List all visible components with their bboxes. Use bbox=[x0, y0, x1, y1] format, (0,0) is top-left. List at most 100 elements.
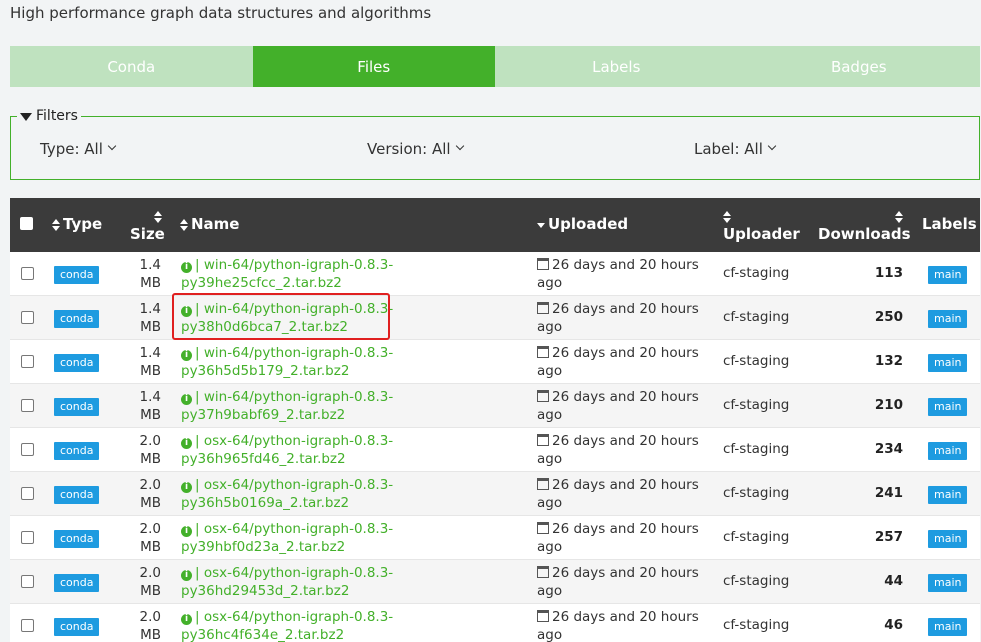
info-icon[interactable]: i bbox=[181, 482, 192, 493]
label-filter-dropdown[interactable]: Label: All bbox=[694, 140, 777, 158]
column-header-uploader-label: Uploader bbox=[723, 225, 800, 243]
download-count: 113 bbox=[874, 265, 903, 281]
table-header: Type Size Name Uploaded Uploader Downloa… bbox=[10, 198, 980, 252]
label-badge[interactable]: main bbox=[928, 442, 968, 460]
file-name-link[interactable]: i | osx-64/python-igraph-0.8.3- py36h5b01… bbox=[181, 476, 481, 512]
chevron-down-icon bbox=[455, 141, 464, 151]
type-badge[interactable]: conda bbox=[54, 310, 100, 328]
type-badge[interactable]: conda bbox=[54, 486, 100, 504]
label-badge[interactable]: main bbox=[928, 310, 968, 328]
upload-time: 26 days and 20 hours ago bbox=[537, 521, 699, 555]
label-badge[interactable]: main bbox=[928, 574, 968, 592]
uploader-name: cf-staging bbox=[723, 353, 790, 369]
file-name-link[interactable]: i | win-64/python-igraph-0.8.3- py37h9bab… bbox=[181, 388, 481, 424]
row-checkbox[interactable] bbox=[21, 619, 34, 632]
row-checkbox[interactable] bbox=[21, 399, 34, 412]
label-badge[interactable]: main bbox=[928, 618, 968, 636]
tab-conda[interactable]: Conda bbox=[10, 46, 253, 87]
filters-legend: Filters bbox=[17, 108, 81, 124]
table-row: conda 1.4 MB i | win-64/python-igraph-0.8.… bbox=[10, 384, 980, 428]
label-badge[interactable]: main bbox=[928, 486, 968, 504]
calendar-icon bbox=[537, 302, 549, 314]
tab-files[interactable]: Files bbox=[252, 46, 495, 87]
row-checkbox[interactable] bbox=[21, 355, 34, 368]
label-badge[interactable]: main bbox=[928, 266, 968, 284]
tab-badges[interactable]: Badges bbox=[737, 46, 980, 87]
calendar-icon bbox=[537, 610, 549, 622]
info-icon[interactable]: i bbox=[181, 394, 192, 405]
column-header-uploaded-label: Uploaded bbox=[548, 215, 629, 233]
column-header-type[interactable]: Type bbox=[52, 215, 102, 233]
tab-labels[interactable]: Labels bbox=[495, 46, 738, 87]
type-badge[interactable]: conda bbox=[54, 398, 100, 416]
info-icon[interactable]: i bbox=[181, 438, 192, 449]
row-checkbox[interactable] bbox=[21, 531, 34, 544]
type-filter-dropdown[interactable]: Type: All bbox=[40, 140, 117, 158]
file-size: 1.4 MB bbox=[139, 257, 161, 291]
info-icon[interactable]: i bbox=[181, 614, 192, 625]
info-icon[interactable]: i bbox=[181, 262, 192, 273]
file-size: 2.0 MB bbox=[139, 521, 161, 555]
table-row: conda 2.0 MB i | osx-64/python-igraph-0.8.… bbox=[10, 604, 980, 642]
table-row: conda 2.0 MB i | osx-64/python-igraph-0.8.… bbox=[10, 472, 980, 516]
column-header-labels: Labels bbox=[922, 215, 977, 233]
info-icon[interactable]: i bbox=[181, 526, 192, 537]
uploader-name: cf-staging bbox=[723, 397, 790, 413]
table-row: conda 2.0 MB i | osx-64/python-igraph-0.8.… bbox=[10, 428, 980, 472]
calendar-icon bbox=[537, 258, 549, 270]
row-checkbox[interactable] bbox=[21, 487, 34, 500]
download-count: 132 bbox=[874, 353, 903, 369]
file-name-link[interactable]: i | win-64/python-igraph-0.8.3- py39he25c… bbox=[181, 256, 481, 292]
upload-time: 26 days and 20 hours ago bbox=[537, 565, 699, 599]
file-name-link[interactable]: i | osx-64/python-igraph-0.8.3- py36hc4f6… bbox=[181, 608, 481, 642]
type-badge[interactable]: conda bbox=[54, 530, 100, 548]
uploader-name: cf-staging bbox=[723, 265, 790, 281]
type-badge[interactable]: conda bbox=[54, 266, 100, 284]
sort-icon bbox=[180, 218, 188, 231]
file-size: 2.0 MB bbox=[139, 433, 161, 467]
column-header-downloads[interactable]: Downloads bbox=[818, 207, 911, 243]
file-name-link[interactable]: i | osx-64/python-igraph-0.8.3- py39hbf0d… bbox=[181, 520, 481, 556]
download-count: 241 bbox=[874, 485, 903, 501]
column-header-uploaded[interactable]: Uploaded bbox=[537, 215, 628, 233]
filters-legend-label: Filters bbox=[36, 108, 78, 124]
file-name-link[interactable]: i | osx-64/python-igraph-0.8.3- py36hd294… bbox=[181, 564, 481, 600]
column-header-size[interactable]: Size bbox=[130, 207, 165, 243]
files-table: Type Size Name Uploaded Uploader Downloa… bbox=[10, 198, 980, 642]
info-icon[interactable]: i bbox=[181, 570, 192, 581]
uploader-name: cf-staging bbox=[723, 485, 790, 501]
file-name-link[interactable]: i | osx-64/python-igraph-0.8.3- py36h965f… bbox=[181, 432, 481, 468]
row-checkbox[interactable] bbox=[21, 267, 34, 280]
file-size: 1.4 MB bbox=[139, 301, 161, 335]
upload-time: 26 days and 20 hours ago bbox=[537, 257, 699, 291]
table-body: conda 1.4 MB i | win-64/python-igraph-0.8.… bbox=[10, 252, 980, 642]
sort-icon bbox=[52, 218, 60, 231]
label-badge[interactable]: main bbox=[928, 354, 968, 372]
row-checkbox[interactable] bbox=[21, 575, 34, 588]
calendar-icon bbox=[537, 346, 549, 358]
row-checkbox[interactable] bbox=[21, 443, 34, 456]
download-count: 44 bbox=[884, 573, 903, 589]
filters-panel: Filters Type: All Version: All Label: Al… bbox=[10, 108, 980, 180]
file-name-link[interactable]: i | win-64/python-igraph-0.8.3- py36h5d5b… bbox=[181, 344, 481, 380]
upload-time: 26 days and 20 hours ago bbox=[537, 433, 699, 467]
type-badge[interactable]: conda bbox=[54, 574, 100, 592]
info-icon[interactable]: i bbox=[181, 306, 192, 317]
calendar-icon bbox=[537, 478, 549, 490]
type-badge[interactable]: conda bbox=[54, 354, 100, 372]
file-name-link[interactable]: i | win-64/python-igraph-0.8.3- py38h0d6b… bbox=[181, 300, 481, 336]
upload-time: 26 days and 20 hours ago bbox=[537, 301, 699, 335]
column-header-name[interactable]: Name bbox=[180, 215, 239, 233]
label-badge[interactable]: main bbox=[928, 398, 968, 416]
row-checkbox[interactable] bbox=[21, 311, 34, 324]
label-badge[interactable]: main bbox=[928, 530, 968, 548]
column-header-downloads-label: Downloads bbox=[818, 225, 911, 243]
select-all-checkbox[interactable] bbox=[20, 217, 33, 230]
file-size: 2.0 MB bbox=[139, 565, 161, 599]
column-header-type-label: Type bbox=[63, 215, 103, 233]
column-header-uploader[interactable]: Uploader bbox=[723, 207, 800, 243]
version-filter-dropdown[interactable]: Version: All bbox=[367, 140, 464, 158]
type-badge[interactable]: conda bbox=[54, 442, 100, 460]
type-badge[interactable]: conda bbox=[54, 618, 100, 636]
info-icon[interactable]: i bbox=[181, 350, 192, 361]
